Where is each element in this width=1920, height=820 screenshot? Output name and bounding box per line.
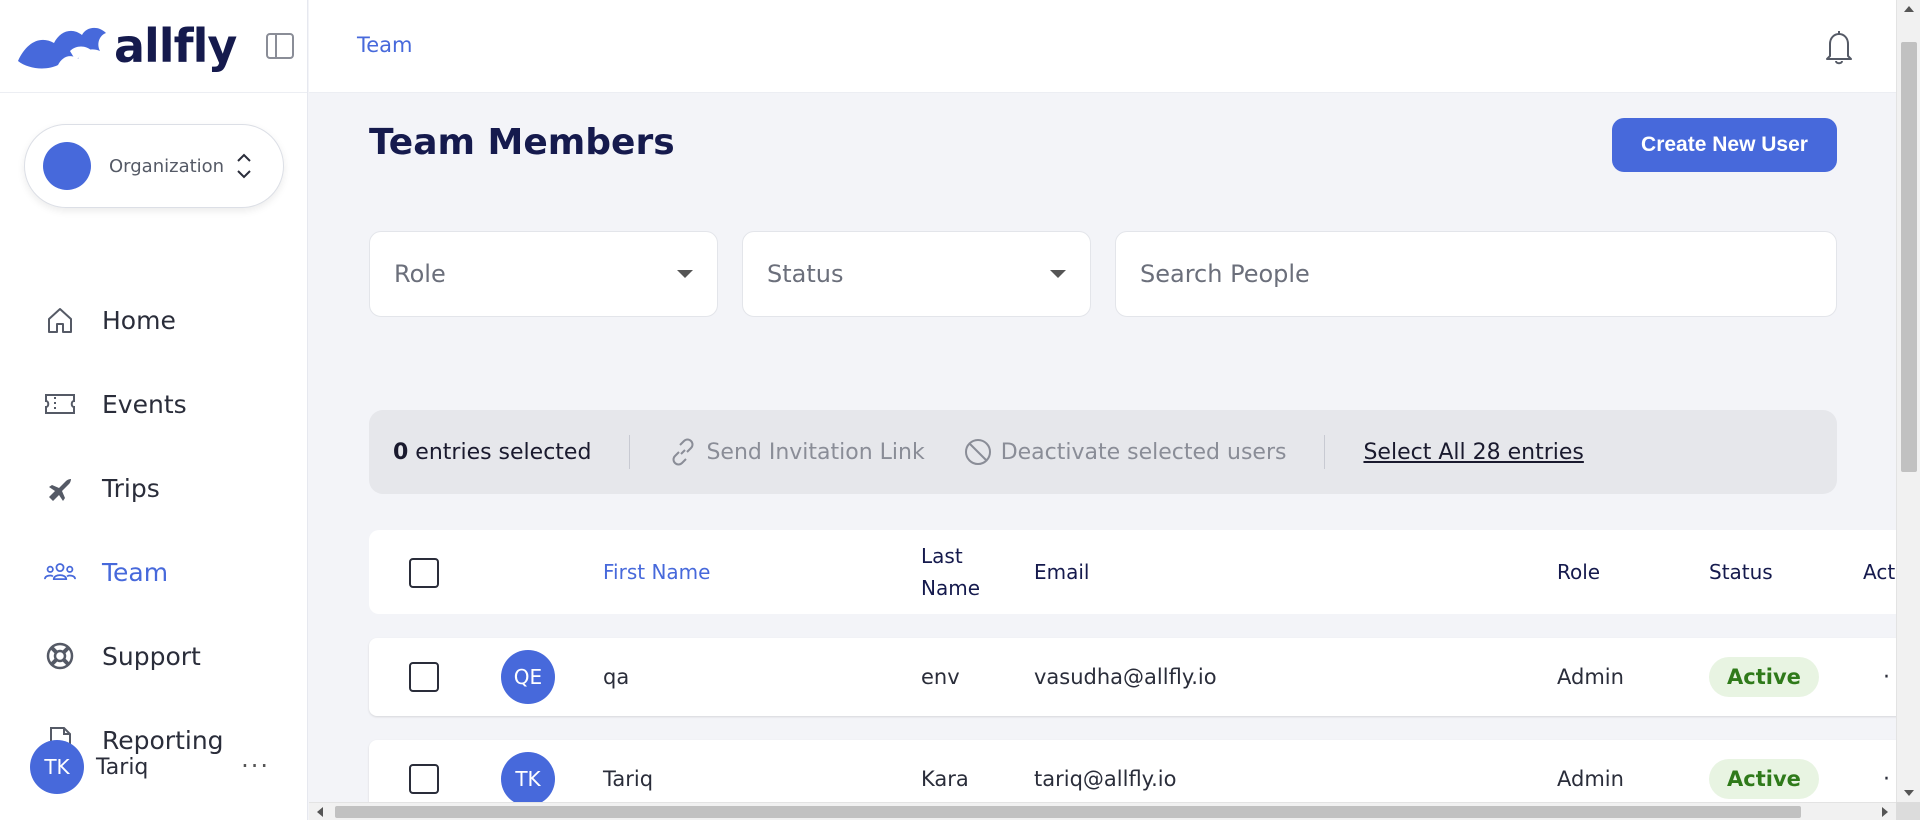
row-actions-icon[interactable]: · [1883, 740, 1890, 802]
more-options-icon[interactable]: ··· [241, 752, 270, 780]
sidebar-item-label: Support [102, 641, 201, 671]
selected-count-suffix: entries selected [408, 439, 592, 465]
bulk-actions-bar: 0 entries selected Send Invitation Link … [369, 410, 1837, 494]
column-last-name-line1: Last [921, 544, 963, 568]
home-icon [44, 304, 76, 336]
scroll-up-icon[interactable] [1904, 6, 1914, 12]
sidebar-item-label: Trips [102, 473, 160, 503]
topbar: Team [309, 0, 1896, 93]
avatar: TK [501, 752, 555, 802]
table-row[interactable]: QE qa env vasudha@allfly.io Admin Active… [369, 638, 1896, 716]
sidebar-item-events[interactable]: Events [0, 362, 308, 446]
create-new-user-button[interactable]: Create New User [1612, 118, 1837, 172]
avatar: QE [501, 650, 555, 704]
cell-last-name: env [921, 665, 960, 689]
table-row[interactable]: TK Tariq Kara tariq@allfly.io Admin Acti… [369, 740, 1896, 802]
cell-first-name: Tariq [603, 767, 654, 791]
sidebar-item-home[interactable]: Home [0, 278, 308, 362]
link-icon [672, 438, 694, 466]
row-actions-icon[interactable]: · [1883, 638, 1890, 716]
avatar: TK [30, 740, 84, 794]
selected-count: 0 entries selected [393, 440, 591, 465]
breadcrumb[interactable]: Team [357, 33, 413, 57]
vertical-scrollbar[interactable] [1896, 0, 1920, 802]
cell-role: Admin [1557, 665, 1624, 689]
scroll-left-icon[interactable] [317, 807, 323, 817]
deactivate-selected-button[interactable]: Deactivate selected users [963, 437, 1287, 467]
brand-name: allfly [114, 19, 237, 73]
airplane-icon [44, 472, 76, 504]
sidebar-toggle-button[interactable] [264, 30, 296, 62]
bell-icon[interactable] [1822, 28, 1856, 66]
sidebar-nav: Home Events Trips Team Support Reporting [0, 278, 308, 782]
deactivate-label: Deactivate selected users [1000, 439, 1287, 465]
select-all-link[interactable]: Select All 28 entries [1363, 440, 1583, 465]
scrollbar-thumb[interactable] [335, 806, 1801, 818]
scroll-down-icon[interactable] [1904, 790, 1914, 796]
page-title: Team Members [369, 122, 675, 163]
app-root: allfly Organization Home Events Trips Te… [0, 0, 1920, 820]
scrollbar-thumb[interactable] [1901, 42, 1917, 472]
sidebar: allfly Organization Home Events Trips Te… [0, 0, 308, 820]
organization-avatar [43, 142, 91, 190]
main-content: Team Members Create New User Role Status… [309, 94, 1896, 802]
ticket-icon [44, 388, 76, 420]
send-invitation-label: Send Invitation Link [706, 439, 925, 465]
team-icon [44, 556, 76, 588]
allfly-logo-icon[interactable] [16, 21, 108, 71]
caret-down-icon [677, 270, 693, 278]
status-filter-label: Status [767, 260, 844, 288]
column-actions: Act [1863, 560, 1896, 584]
cell-last-name: Kara [921, 767, 969, 791]
selected-count-number: 0 [393, 439, 409, 465]
column-status[interactable]: Status [1709, 530, 1773, 614]
caret-down-icon [1050, 270, 1066, 278]
search-input[interactable]: Search People [1115, 231, 1837, 317]
column-email[interactable]: Email [1034, 530, 1090, 614]
chevron-up-down-icon [237, 153, 251, 179]
logo-row: allfly [0, 0, 307, 93]
divider [1324, 435, 1326, 469]
sidebar-item-label: Team [102, 557, 169, 587]
divider [629, 435, 631, 469]
organization-selector[interactable]: Organization [24, 124, 284, 208]
row-checkbox[interactable] [409, 764, 439, 794]
column-last-name-line2: Name [921, 576, 981, 600]
search-placeholder: Search People [1140, 260, 1310, 288]
role-filter-label: Role [394, 260, 446, 288]
send-invitation-link-button[interactable]: Send Invitation Link [668, 437, 925, 467]
sidebar-item-label: Home [102, 305, 176, 335]
sidebar-item-trips[interactable]: Trips [0, 446, 308, 530]
column-role[interactable]: Role [1557, 530, 1600, 614]
sidebar-item-label: Events [102, 389, 187, 419]
status-badge: Active [1709, 759, 1819, 799]
row-checkbox[interactable] [409, 662, 439, 692]
user-name: Tariq [96, 754, 149, 780]
scrollbar-corner [1896, 802, 1920, 820]
horizontal-scrollbar[interactable] [309, 802, 1896, 820]
sidebar-item-team[interactable]: Team [0, 530, 308, 614]
scroll-right-icon[interactable] [1882, 807, 1888, 817]
cell-role: Admin [1557, 767, 1624, 791]
block-icon [964, 439, 991, 465]
cell-email: tariq@allfly.io [1034, 767, 1177, 791]
cell-email: vasudha@allfly.io [1034, 665, 1217, 689]
team-table: First Name Last Name Email Role Status A… [369, 530, 1896, 802]
cell-first-name: qa [603, 665, 630, 689]
sidebar-panel-icon [266, 33, 295, 59]
sidebar-item-support[interactable]: Support [0, 614, 308, 698]
user-profile[interactable]: TK Tariq ··· [30, 740, 270, 794]
role-filter[interactable]: Role [369, 231, 718, 317]
column-last-name[interactable]: Last Name [921, 530, 980, 614]
status-filter[interactable]: Status [742, 231, 1091, 317]
status-badge: Active [1709, 657, 1819, 697]
organization-label: Organization [109, 155, 225, 177]
column-first-name[interactable]: First Name [603, 530, 710, 614]
table-header: First Name Last Name Email Role Status A… [369, 530, 1896, 614]
lifebuoy-icon [44, 640, 76, 672]
select-all-checkbox[interactable] [409, 558, 439, 588]
